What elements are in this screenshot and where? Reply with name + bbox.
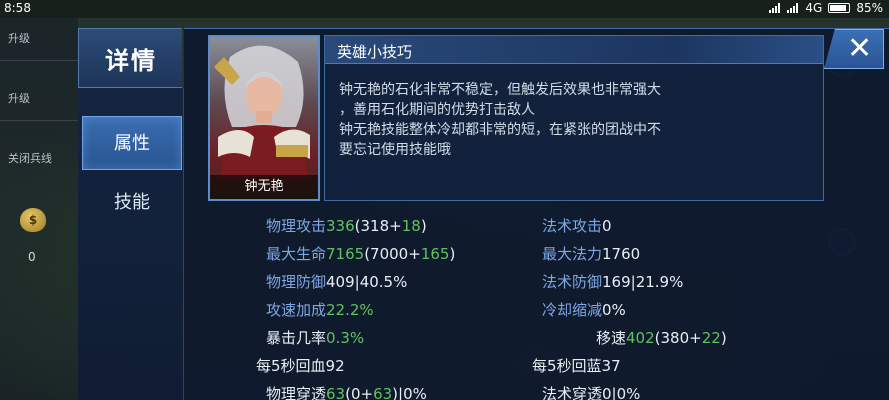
stat-value: ): [420, 217, 427, 235]
tips-title: 英雄小技巧: [337, 43, 413, 61]
tip-line: ，善用石化期间的优势打击敌人: [339, 102, 535, 118]
battery-icon: [828, 3, 851, 13]
stat-label: 物理防御: [266, 273, 327, 291]
stat-label: 每5秒回蓝: [532, 357, 602, 375]
stat-row: 攻速加成22.2%: [266, 299, 374, 320]
stat-value: 7165: [326, 245, 365, 263]
level-up-label-2: 升级: [8, 92, 30, 105]
hero-details-dialog: 详情 属性 技能 钟无艳 英雄小技巧 钟无艳的石化非常不稳定，但触发后效果也非常…: [78, 28, 889, 400]
stat-value: 336: [326, 217, 355, 235]
stat-value: ): [720, 329, 727, 347]
tips-header: 英雄小技巧: [325, 36, 823, 64]
stat-value: 63: [373, 385, 393, 400]
stat-row: 物理防御409|40.5%: [266, 271, 407, 292]
stat-label: 法术穿透: [542, 385, 603, 400]
stat-value: 37: [601, 357, 621, 375]
game-left-panel: 升级 升级 关闭兵线 $ 0: [0, 18, 78, 400]
stat-row: 物理攻击336(318+18): [266, 215, 427, 236]
tab-attributes[interactable]: 属性: [82, 116, 182, 170]
tips-body: 钟无艳的石化非常不稳定，但触发后效果也非常强大 ，善用石化期间的优势打击敌人 钟…: [339, 80, 809, 160]
stat-value: 409|40.5%: [326, 273, 408, 291]
stat-label: 法术防御: [542, 273, 603, 291]
stat-value: 22: [701, 329, 721, 347]
stat-value: 0.3%: [326, 329, 365, 347]
tip-line: 钟无艳技能整体冷却都非常的短，在紧张的团战中不: [339, 122, 661, 138]
stat-value: 22.2%: [326, 301, 374, 319]
coin-count: 0: [28, 250, 36, 264]
battery-percent: 85%: [856, 1, 883, 15]
status-bar: 8:58 4G 85%: [0, 0, 889, 18]
coin-bag-icon[interactable]: $: [20, 208, 46, 232]
stat-value: 18: [401, 217, 421, 235]
close-minion-label: 关闭兵线: [8, 152, 52, 165]
stat-row: 法术攻击0: [542, 215, 612, 236]
stat-row: 物理穿透63(0+63)|0%: [266, 383, 427, 400]
details-panel: 钟无艳 英雄小技巧 钟无艳的石化非常不稳定，但触发后效果也非常强大 ，善用石化期…: [184, 28, 889, 400]
hero-name: 钟无艳: [210, 175, 318, 199]
status-time: 8:58: [4, 1, 31, 15]
stat-row: 移速402(380+22): [596, 327, 727, 348]
stat-value: 165: [420, 245, 450, 263]
stat-value: (0+: [345, 385, 374, 400]
stat-value: (7000+: [364, 245, 421, 263]
stat-label: 最大法力: [542, 245, 603, 263]
stat-value: 0: [602, 217, 612, 235]
network-type: 4G: [805, 1, 823, 15]
stat-row: 最大法力1760: [542, 243, 640, 264]
stat-row: 法术穿透0|0%: [542, 383, 640, 400]
stat-row: 冷却缩减0%: [542, 299, 626, 320]
level-up-label-1: 升级: [8, 32, 30, 45]
stat-value: (318+: [354, 217, 402, 235]
dialog-title: 详情: [105, 47, 157, 75]
stat-value: 402: [626, 329, 655, 347]
stat-label: 移速: [596, 329, 627, 347]
stat-value: 1760: [602, 245, 641, 263]
stat-row: 法术防御169|21.9%: [542, 271, 683, 292]
stat-value: (380+: [654, 329, 702, 347]
stat-row: 每5秒回蓝37: [532, 355, 621, 376]
details-nav: 属性 技能: [78, 88, 184, 400]
stat-value: 63: [326, 385, 346, 400]
stat-value: )|0%: [392, 385, 427, 400]
stat-value: 0%: [602, 301, 626, 319]
stat-row: 每5秒回血92: [256, 355, 345, 376]
dialog-title-tab: 详情: [78, 28, 182, 88]
tab-skills[interactable]: 技能: [82, 176, 182, 230]
stat-label: 法术攻击: [542, 217, 603, 235]
stat-label: 冷却缩减: [542, 301, 603, 319]
stat-value: 92: [325, 357, 345, 375]
divider: [0, 120, 78, 121]
close-icon: ✕: [847, 31, 873, 66]
divider: [0, 60, 78, 61]
hero-stats: 物理攻击336(318+18) 法术攻击0 最大生命7165(7000+165) 最大…: [184, 207, 889, 400]
stat-value: 0|0%: [602, 385, 641, 400]
stat-label: 每5秒回血: [256, 357, 326, 375]
tip-line: 钟无艳的石化非常不稳定，但触发后效果也非常强大: [339, 82, 661, 98]
stat-label: 最大生命: [266, 245, 327, 263]
stat-label: 暴击几率: [266, 329, 327, 347]
signal-icon: [787, 3, 799, 13]
tip-line: 要忘记使用技能哦: [339, 142, 451, 158]
stat-row: 最大生命7165(7000+165): [266, 243, 455, 264]
stat-label: 物理穿透: [266, 385, 327, 400]
stat-value: 169|21.9%: [602, 273, 684, 291]
hero-tips-box: 英雄小技巧 钟无艳的石化非常不稳定，但触发后效果也非常强大 ，善用石化期间的优势…: [324, 35, 824, 201]
stat-label: 物理攻击: [266, 217, 327, 235]
close-button[interactable]: ✕: [824, 29, 884, 69]
stat-value: ): [449, 245, 456, 263]
signal-icon: [769, 3, 781, 13]
hero-portrait: 钟无艳: [208, 35, 320, 201]
stat-row: 暴击几率0.3%: [266, 327, 364, 348]
stat-label: 攻速加成: [266, 301, 327, 319]
